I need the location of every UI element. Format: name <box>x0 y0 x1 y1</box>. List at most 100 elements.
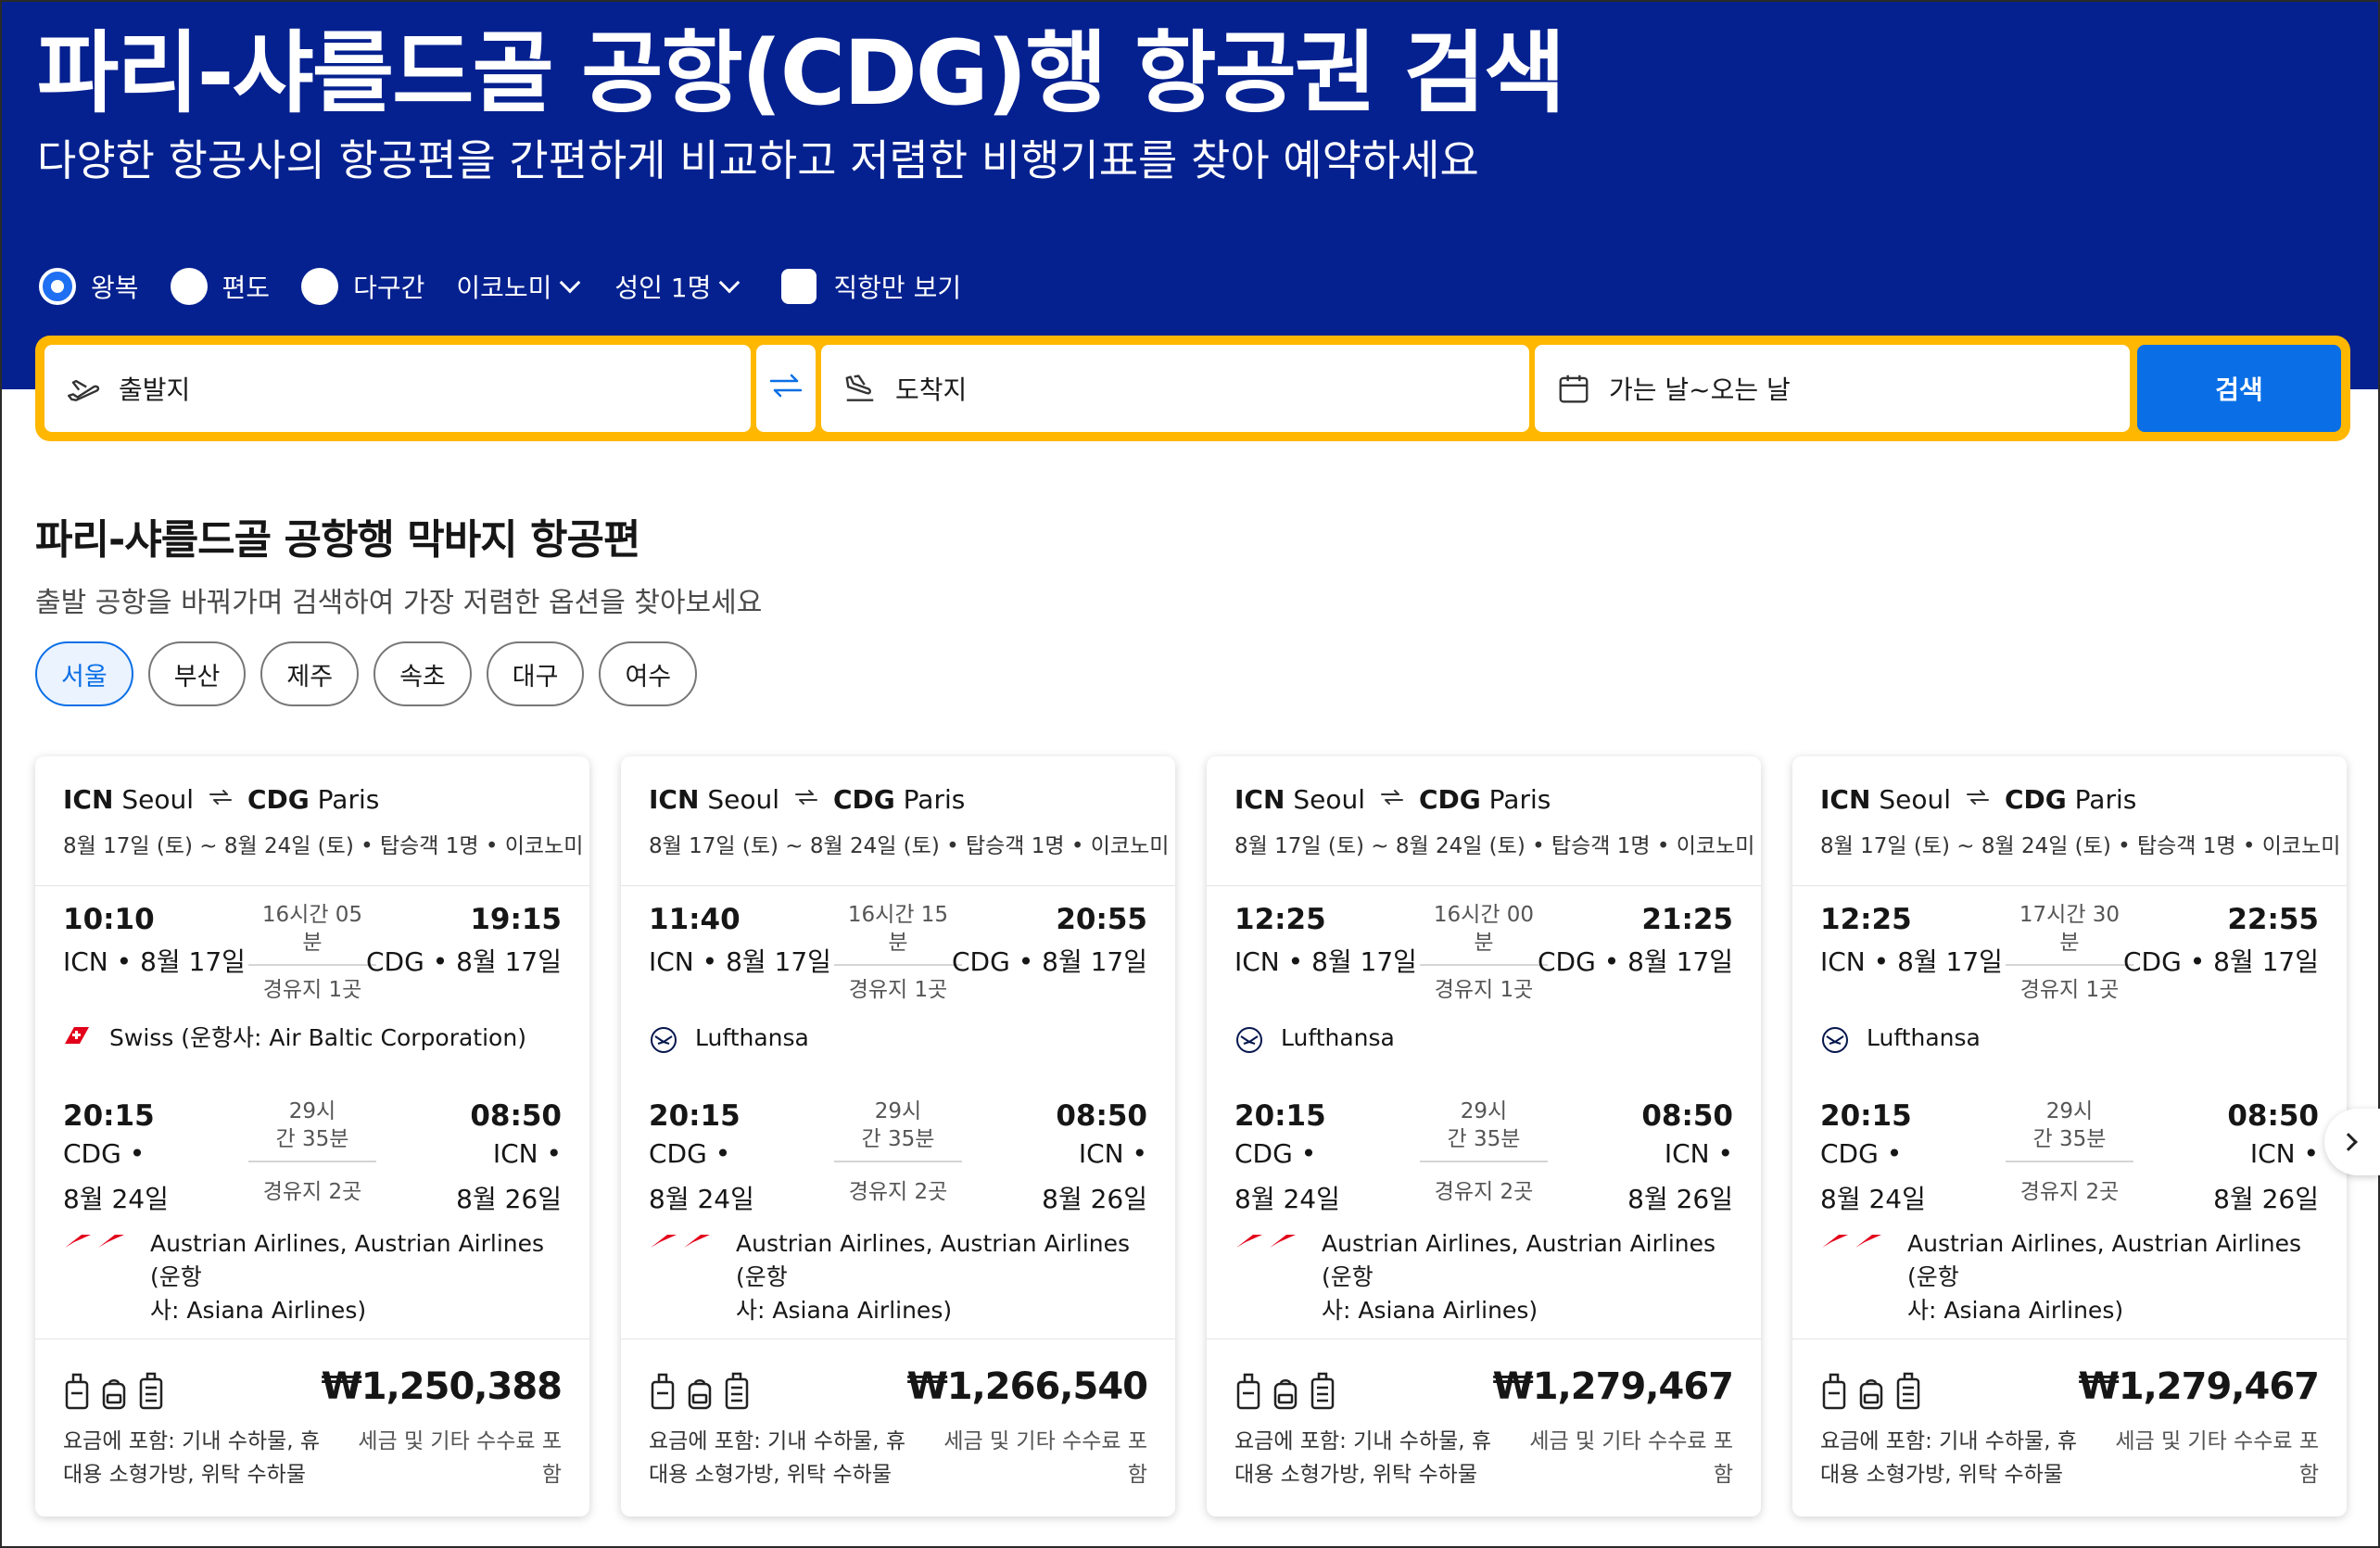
stops: 경유지 2곳 <box>1434 1180 1534 1204</box>
return-leg: 20:15 CDG • 8월 24일 29시 간 35분 경유지 2곳 08:50… <box>1792 1099 2347 1340</box>
checked-bag-icon <box>139 1372 163 1410</box>
chip-jeju[interactable]: 제주 <box>260 641 360 706</box>
duration-line2: 간 35분 <box>861 1127 935 1151</box>
multicity-radio[interactable]: 다구간 <box>301 268 424 305</box>
duration-line1: 16시간 05 <box>261 903 363 927</box>
to-code: CDG <box>2004 784 2067 815</box>
to-city: Paris <box>317 784 380 815</box>
departure-place: ICN • 8월 17일 <box>1234 946 1417 977</box>
checked-bag-icon <box>725 1372 749 1410</box>
stops: 경유지 1곳 <box>1434 978 1534 1002</box>
swap-icon <box>1380 788 1404 811</box>
from-city: Seoul <box>1879 784 1951 815</box>
airline-logo-icon <box>63 1021 100 1055</box>
origin-input[interactable]: 출발지 <box>44 345 751 432</box>
duration-line1: 29시 <box>288 1099 336 1123</box>
duration-line <box>2006 1161 2133 1162</box>
departure-place: CDG • <box>1820 1138 1903 1169</box>
swap-button[interactable] <box>756 345 816 432</box>
flight-deal-card[interactable]: ICN Seoul CDG Paris 8월 17일 (토) ~ 8월 24일 … <box>1792 756 2347 1516</box>
travelers-dropdown[interactable]: 성인 1명 <box>614 268 741 305</box>
arrival-place: CDG • 8월 17일 <box>2123 946 2319 977</box>
swap-icon <box>1966 788 1990 811</box>
duration: 29시 간 35분 <box>2006 1096 2133 1155</box>
departure-time: 11:40 <box>649 903 741 936</box>
arrival-date: 8월 26일 <box>456 1184 562 1214</box>
card-footer: ₩1,250,388 요금에 포함: 기내 수하물, 휴 대용 소형가방, 위탁 … <box>35 1339 589 1516</box>
destination-input[interactable]: 도착지 <box>821 345 1529 432</box>
flight-deal-card[interactable]: ICN Seoul CDG Paris 8월 17일 (토) ~ 8월 24일 … <box>35 756 589 1516</box>
dates-input[interactable]: 가는 날~오는 날 <box>1535 345 2130 432</box>
card-footer: ₩1,279,467 요금에 포함: 기내 수하물, 휴 대용 소형가방, 위탁 … <box>1207 1339 1761 1516</box>
search-button[interactable]: 검색 <box>2137 345 2341 432</box>
chip-daegu[interactable]: 대구 <box>486 641 585 706</box>
cabin-bag-icon <box>1273 1379 1298 1410</box>
from-code: ICN <box>1820 784 1871 815</box>
airline: Austrian Airlines, Austrian Airlines (운항… <box>649 1227 1147 1327</box>
chip-sokcho[interactable]: 속초 <box>373 641 472 706</box>
departure-time: 20:15 <box>649 1099 741 1133</box>
personal-item-icon <box>651 1373 675 1410</box>
cabin-bag-icon <box>1859 1379 1883 1410</box>
cabin-class-dropdown[interactable]: 이코노미 <box>456 268 581 305</box>
swap-icon <box>767 372 804 406</box>
calendar-icon <box>1555 370 1592 407</box>
personal-item-icon <box>1822 1373 1846 1410</box>
page-subtitle: 다양한 항공사의 항공편을 간편하게 비교하고 저렴한 비행기표를 찾아 예약하… <box>37 135 1479 185</box>
origin-placeholder: 출발지 <box>119 374 191 405</box>
outbound-leg: 12:25 ICN • 8월 17일 17시간 30 분 경유지 1곳 22:55… <box>1792 886 2347 1099</box>
departure-place: ICN • 8월 17일 <box>63 946 246 977</box>
duration: 17시간 30 분 <box>2006 899 2133 958</box>
duration: 29시 간 35분 <box>834 1096 962 1155</box>
price: ₩1,250,388 <box>321 1365 563 1408</box>
duration-line <box>248 964 376 966</box>
price: ₩1,279,467 <box>1492 1365 1734 1408</box>
hero-banner: 파리-샤를드골 공항(CDG)행 항공권 검색 다양한 항공사의 항공편을 간편… <box>2 2 2378 389</box>
radio-icon <box>170 268 208 305</box>
duration-line1: 16시간 15 <box>847 903 949 927</box>
departure-place: ICN • 8월 17일 <box>649 946 831 977</box>
dates-placeholder: 가는 날~오는 날 <box>1609 374 1791 405</box>
price: ₩1,279,467 <box>2078 1365 2320 1408</box>
arrival-time: 21:25 <box>1641 903 1733 936</box>
oneway-radio[interactable]: 편도 <box>170 268 270 305</box>
stops: 경유지 2곳 <box>848 1180 948 1204</box>
flight-deal-card[interactable]: ICN Seoul CDG Paris 8월 17일 (토) ~ 8월 24일 … <box>621 756 1175 1516</box>
baggage-icons <box>1234 1371 1346 1412</box>
flight-deal-card[interactable]: ICN Seoul CDG Paris 8월 17일 (토) ~ 8월 24일 … <box>1207 756 1761 1516</box>
personal-item-icon <box>1236 1373 1260 1410</box>
plane-takeoff-icon <box>65 370 102 407</box>
arrival-time: 08:50 <box>1641 1099 1733 1133</box>
chip-seoul[interactable]: 서울 <box>35 641 133 706</box>
swap-icon <box>209 788 233 811</box>
arrival-place: CDG • 8월 17일 <box>952 946 1147 977</box>
radio-selected-icon <box>39 268 76 305</box>
search-bar: 출발지 도착지 가는 날~오는 날 검색 <box>35 336 2350 441</box>
chip-yeosu[interactable]: 여수 <box>599 641 698 706</box>
direct-only-checkbox[interactable]: 직항만 보기 <box>774 268 961 305</box>
duration-line1: 29시 <box>2045 1099 2094 1123</box>
airline-name: Austrian Airlines, Austrian Airlines (운항… <box>736 1230 1131 1324</box>
departure-date: 8월 24일 <box>649 1184 754 1214</box>
checkbox-icon <box>781 269 817 304</box>
duration-line1: 29시 <box>1460 1099 1508 1123</box>
arrival-time: 20:55 <box>1056 903 1147 936</box>
card-footer: ₩1,266,540 요금에 포함: 기내 수하물, 휴 대용 소형가방, 위탁 … <box>621 1339 1175 1516</box>
chip-busan[interactable]: 부산 <box>147 641 247 706</box>
airline: Austrian Airlines, Austrian Airlines (운항… <box>1820 1227 2319 1327</box>
cabin-class-value: 이코노미 <box>456 273 552 303</box>
arrival-place: ICN • <box>1664 1138 1733 1169</box>
departure-date: 8월 24일 <box>1820 1184 1926 1214</box>
roundtrip-radio[interactable]: 왕복 <box>39 268 139 305</box>
airline-logo-icon <box>1820 1227 1894 1327</box>
from-code: ICN <box>1234 784 1285 815</box>
airline-logo-icon <box>649 1227 723 1327</box>
cabin-bag-icon <box>688 1379 712 1410</box>
multicity-label: 다구간 <box>353 273 425 303</box>
return-leg: 20:15 CDG • 8월 24일 29시 간 35분 경유지 2곳 08:50… <box>35 1099 589 1340</box>
departure-time: 20:15 <box>1234 1099 1326 1133</box>
airline: Swiss (운항사: Air Baltic Corporation) <box>63 1021 562 1055</box>
arrival-time: 08:50 <box>1056 1099 1147 1133</box>
arrival-place: ICN • <box>1078 1138 1147 1169</box>
stops: 경유지 2곳 <box>2019 1180 2120 1204</box>
